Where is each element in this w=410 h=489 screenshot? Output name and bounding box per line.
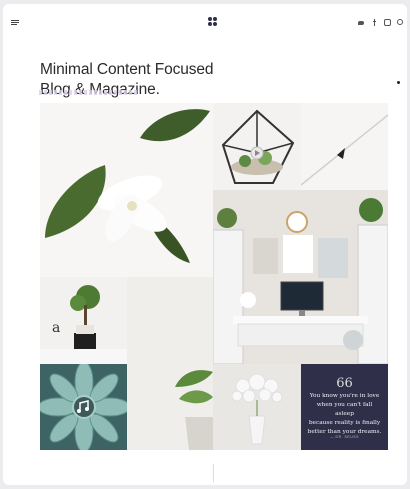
twitter-icon[interactable]: [358, 19, 364, 26]
quote-text: You know you're in love when you can't f…: [307, 392, 382, 437]
footer-divider: [213, 464, 214, 482]
social-links: [358, 19, 403, 27]
succulent-image: [40, 364, 127, 450]
instagram-icon[interactable]: [384, 19, 391, 26]
quote-mark-icon: 66: [336, 376, 353, 391]
gallery-tile-desk[interactable]: [213, 190, 388, 364]
mouse-cursor: [397, 81, 400, 84]
desk-workspace-image: [213, 190, 388, 364]
title-underline-decoration: [39, 90, 139, 95]
svg-text:a: a: [52, 320, 60, 336]
potted-plant-image: [175, 370, 213, 450]
bonsai-image: a: [40, 285, 127, 364]
gallery-tile-quote[interactable]: 66 You know you're in love when you can'…: [301, 364, 388, 450]
gallery-tile-succulent[interactable]: [40, 364, 127, 450]
hamburger-menu-icon[interactable]: [11, 20, 19, 26]
flower-vase-image: [213, 364, 301, 450]
gallery-tile-terrarium[interactable]: [213, 103, 301, 190]
quote-line: when you can't fall asleep: [316, 402, 373, 417]
gallery-tile-pen[interactable]: [301, 103, 388, 190]
pen-image: [301, 114, 388, 186]
hero-title-line1: Minimal Content Focused: [40, 61, 214, 78]
search-icon[interactable]: [397, 19, 403, 26]
gallery-tile-potted-plant[interactable]: [127, 277, 213, 450]
quote-line: because reality is finally: [308, 420, 381, 426]
gallery-tile-bonsai[interactable]: a: [40, 277, 127, 364]
gallery-tile-white-flower[interactable]: [40, 103, 213, 277]
terrarium-image: [221, 109, 295, 184]
quote-author: — DR. SEUSS: [330, 435, 359, 439]
white-flower-image: [45, 109, 210, 263]
gallery-tile-flower-vase[interactable]: [213, 364, 301, 450]
quote-line: You know you're in love: [309, 393, 380, 399]
facebook-icon[interactable]: [371, 19, 377, 26]
page-card: Minimal Content Focused Blog & Magazine.: [3, 4, 407, 485]
site-logo-icon[interactable]: [208, 17, 218, 27]
